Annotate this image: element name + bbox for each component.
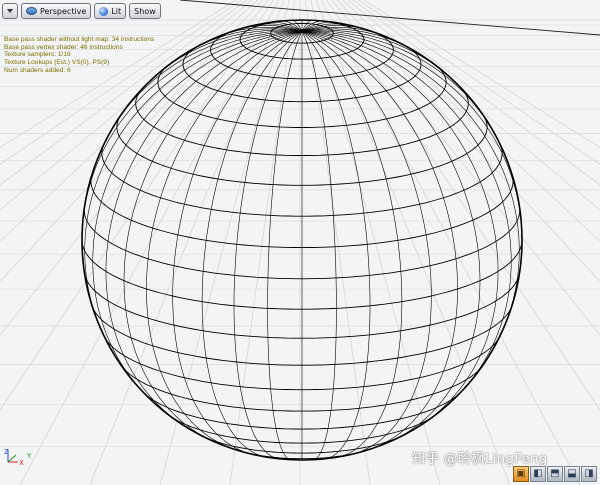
lit-button[interactable]: Lit [94,3,127,19]
stat-line: Num shaders added: 6 [4,66,71,74]
wire-line [301,31,337,460]
x-axis-label: X [19,459,24,466]
lit-sphere-icon [99,6,109,16]
wire-line [301,30,432,456]
cube-side-button[interactable]: ◧ [530,466,546,482]
perspective-button[interactable]: Perspective [21,3,92,19]
viewport-menu-button[interactable] [2,3,18,19]
watermark-text: 知乎 @聆枫LingFeng [412,451,548,467]
wire-line [301,30,458,451]
wire-line [146,30,303,451]
stat-line: Texture samplers: 1/16 [4,51,71,59]
wire-line [267,31,303,460]
cube-back-icon: ◨ [584,468,594,479]
y-axis-line [7,454,17,463]
wire-line [301,30,403,458]
pole-marker [300,29,304,34]
y-axis-label: Y [26,452,32,460]
cube-back-button[interactable]: ◨ [581,466,597,482]
wire-line [201,30,303,458]
show-label: Show [134,6,156,16]
grid-line [310,0,441,485]
perspective-label: Perspective [40,6,87,16]
lit-label: Lit [111,6,122,16]
wire-line [105,30,303,431]
viewport-toolbar: Perspective Lit Show [2,2,161,20]
wire-line [123,30,303,444]
wire-line [301,30,481,444]
cube-front-icon: ▣ [516,468,526,479]
stat-line: Texture Lookups (Est.) VS(0), PS(9) [4,59,110,67]
wire-line [301,30,499,431]
show-button[interactable]: Show [129,3,161,19]
cube-top-icon: ⬒ [550,468,560,479]
shader-stats: Base pass shader without light map: 34 i… [4,36,154,75]
z-axis-label: Z [4,448,9,456]
view-cube-bar: ▣ ◧ ⬒ ⬓ ◨ [513,466,597,482]
cube-front-button[interactable]: ▣ [513,466,529,482]
perspective-icon [26,7,37,15]
stat-line: Base pass shader without light map: 34 i… [4,36,155,43]
grid-line [229,0,296,485]
wire-line [302,30,523,251]
stat-line: Base pass vertex shader: 46 instructions [4,43,123,51]
cube-bottom-icon: ⬓ [567,468,577,479]
axis-gizmo: Z X Y [4,448,32,466]
cube-bottom-button[interactable]: ⬓ [564,466,580,482]
cube-side-icon: ◧ [533,468,543,479]
cube-top-button[interactable]: ⬒ [547,466,563,482]
chevron-down-icon [7,9,13,13]
